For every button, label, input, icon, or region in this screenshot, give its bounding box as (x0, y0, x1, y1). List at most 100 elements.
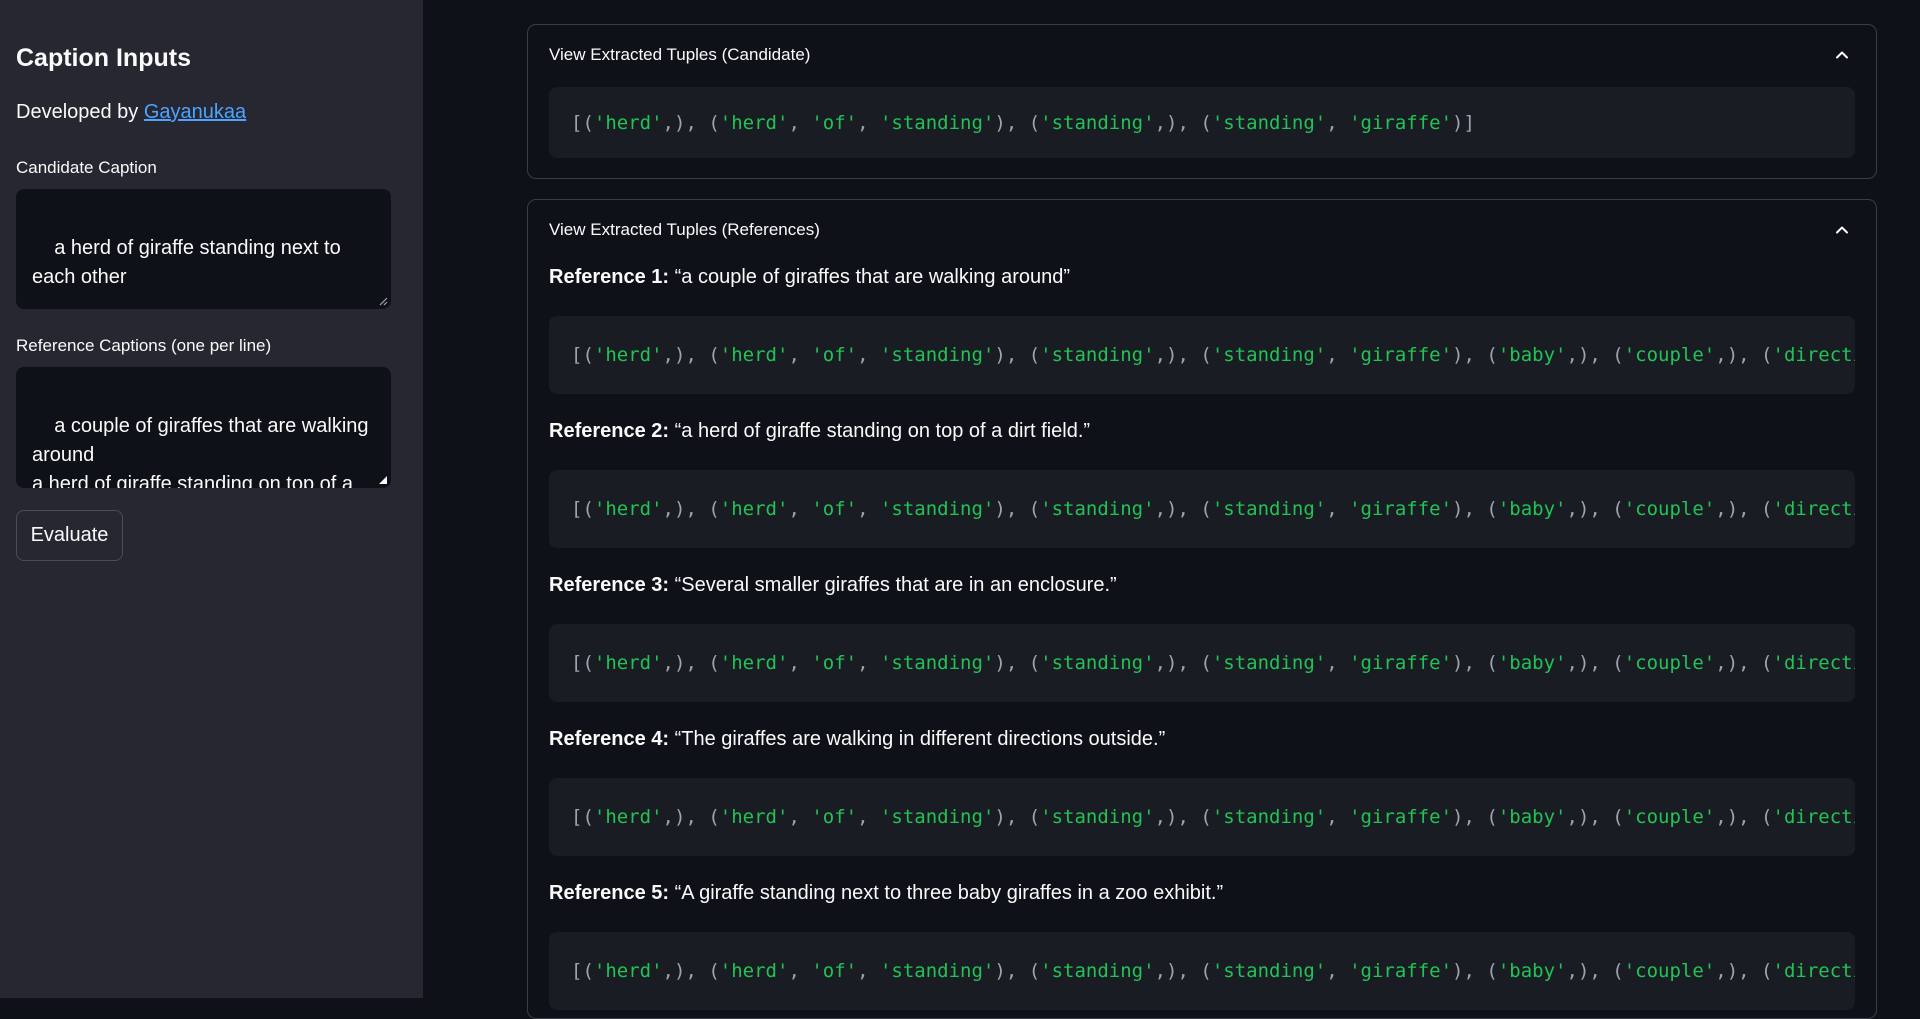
reference-tuples-expander: View Extracted Tuples (References) Refer… (527, 199, 1877, 1019)
tuple-token: 'standing' (1040, 111, 1155, 134)
reference-5-title: Reference 5: “A giraffe standing next to… (549, 882, 1223, 905)
resize-grip-icon[interactable] (378, 296, 388, 306)
tuple-token: 'direction' (1772, 498, 1856, 520)
tuple-token: 'giraffe' (1349, 960, 1453, 982)
chevron-up-icon[interactable] (1834, 47, 1850, 63)
tuple-token: 'standing' (879, 960, 995, 982)
developed-by-line: Developed by Gayanukaa (16, 101, 246, 124)
candidate-tuples-code: [('herd',), ('herd', 'of', 'standing'), … (549, 87, 1855, 158)
tuple-token: 'giraffe' (1349, 806, 1453, 828)
tuple-token: 'standing' (1211, 960, 1327, 982)
reference-1-text: “a couple of giraffes that are walking a… (674, 266, 1071, 288)
reference-2-tuples-code: [('herd',), ('herd', 'of', 'standing'), … (549, 470, 1855, 548)
reference-5-text: “A giraffe standing next to three baby g… (674, 882, 1224, 904)
tuple-token: 'giraffe' (1349, 498, 1453, 520)
chevron-up-icon[interactable] (1834, 222, 1850, 238)
tuple-token: 'giraffe' (1349, 111, 1453, 134)
tuple-token: 'direction' (1772, 344, 1856, 366)
tuple-token: 'standing' (879, 498, 995, 520)
tuple-token: 'standing' (1040, 344, 1155, 366)
tuple-token: 'standing' (1040, 498, 1155, 520)
tuple-token: 'of' (811, 111, 858, 134)
tuple-token: 'baby' (1497, 652, 1567, 674)
reference-2-text: “a herd of giraffe standing on top of a … (674, 420, 1091, 442)
tuple-token: 'couple' (1623, 652, 1716, 674)
tuple-token: 'herd' (593, 111, 663, 134)
tuple-token: 'standing' (1211, 111, 1327, 134)
tuple-token: 'of' (811, 344, 858, 366)
tuple-token: 'couple' (1623, 498, 1716, 520)
main-content: View Extracted Tuples (Candidate) [('her… (423, 0, 1920, 1019)
tuple-token: 'direction' (1772, 652, 1856, 674)
tuple-token: 'standing' (1211, 344, 1327, 366)
tuple-token: 'of' (811, 806, 858, 828)
sidebar-title: Caption Inputs (16, 44, 191, 72)
reference-3-title: Reference 3: “Several smaller giraffes t… (549, 574, 1117, 597)
tuple-token: 'of' (811, 652, 858, 674)
evaluate-button[interactable]: Evaluate (16, 510, 123, 561)
reference-1-tuples-code: [('herd',), ('herd', 'of', 'standing'), … (549, 316, 1855, 394)
reference-3-text: “Several smaller giraffes that are in an… (674, 574, 1117, 596)
tuple-token: 'direction' (1772, 806, 1856, 828)
tuple-token: 'direction' (1772, 960, 1856, 982)
reference-1-title: Reference 1: “a couple of giraffes that … (549, 266, 1070, 289)
tuple-token: 'baby' (1497, 344, 1567, 366)
tuple-token: 'herd' (719, 344, 789, 366)
tuple-token: 'herd' (719, 806, 789, 828)
tuple-token: 'herd' (593, 498, 663, 520)
tuple-token: 'herd' (719, 652, 789, 674)
tuple-token: 'standing' (1040, 960, 1155, 982)
tuple-token: 'standing' (879, 344, 995, 366)
tuple-token: 'giraffe' (1349, 652, 1453, 674)
reference-5-tuples-code: [('herd',), ('herd', 'of', 'standing'), … (549, 932, 1855, 1010)
developed-by-prefix: Developed by (16, 101, 144, 123)
tuple-token: 'couple' (1623, 960, 1716, 982)
candidate-caption-input[interactable]: a herd of giraffe standing next to each … (16, 189, 391, 309)
tuple-token: 'baby' (1497, 806, 1567, 828)
tuple-token: 'standing' (879, 806, 995, 828)
tuple-token: 'herd' (593, 960, 663, 982)
tuple-token: 'baby' (1497, 960, 1567, 982)
tuple-token: 'standing' (1211, 806, 1327, 828)
reference-5-label: Reference 5: (549, 882, 670, 904)
tuple-token: 'herd' (719, 111, 789, 134)
candidate-tuples-expander: View Extracted Tuples (Candidate) [('her… (527, 24, 1877, 179)
reference-2-title: Reference 2: “a herd of giraffe standing… (549, 420, 1090, 443)
reference-4-label: Reference 4: (549, 728, 670, 750)
tuple-token: 'standing' (1211, 498, 1327, 520)
reference-captions-value: a couple of giraffes that are walking ar… (32, 415, 369, 488)
tuple-token: 'couple' (1623, 344, 1716, 366)
tuple-token: 'standing' (1040, 806, 1155, 828)
tuple-token: 'standing' (1040, 652, 1155, 674)
reference-2-label: Reference 2: (549, 420, 670, 442)
sidebar: Caption Inputs Developed by Gayanukaa Ca… (0, 0, 423, 998)
candidate-expander-title: View Extracted Tuples (Candidate) (549, 45, 811, 64)
reference-captions-input[interactable]: a couple of giraffes that are walking ar… (16, 367, 391, 488)
tuple-token: 'herd' (593, 806, 663, 828)
tuple-token: 'standing' (879, 111, 995, 134)
tuple-token: 'of' (811, 498, 858, 520)
reference-4-tuples-code: [('herd',), ('herd', 'of', 'standing'), … (549, 778, 1855, 856)
candidate-caption-value: a herd of giraffe standing next to each … (32, 237, 347, 288)
reference-1-label: Reference 1: (549, 266, 670, 288)
tuple-token: 'standing' (1211, 652, 1327, 674)
reference-4-title: Reference 4: “The giraffes are walking i… (549, 728, 1165, 751)
tuple-token: 'herd' (593, 344, 663, 366)
candidate-expander-header[interactable]: View Extracted Tuples (Candidate) (528, 25, 1876, 85)
tuple-token: 'couple' (1623, 806, 1716, 828)
reference-3-label: Reference 3: (549, 574, 670, 596)
developer-link[interactable]: Gayanukaa (144, 101, 246, 123)
reference-captions-label: Reference Captions (one per line) (16, 336, 272, 355)
tuple-token: 'standing' (879, 652, 995, 674)
tuple-token: 'herd' (719, 498, 789, 520)
tuple-token: 'herd' (593, 652, 663, 674)
reference-3-tuples-code: [('herd',), ('herd', 'of', 'standing'), … (549, 624, 1855, 702)
tuple-token: 'of' (811, 960, 858, 982)
tuple-token: 'herd' (719, 960, 789, 982)
resize-grip-icon[interactable] (378, 475, 388, 485)
references-expander-title: View Extracted Tuples (References) (549, 220, 820, 239)
reference-4-text: “The giraffes are walking in different d… (674, 728, 1166, 750)
references-expander-header[interactable]: View Extracted Tuples (References) (528, 200, 1876, 260)
tuple-token: 'baby' (1497, 498, 1567, 520)
candidate-caption-label: Candidate Caption (16, 158, 157, 177)
